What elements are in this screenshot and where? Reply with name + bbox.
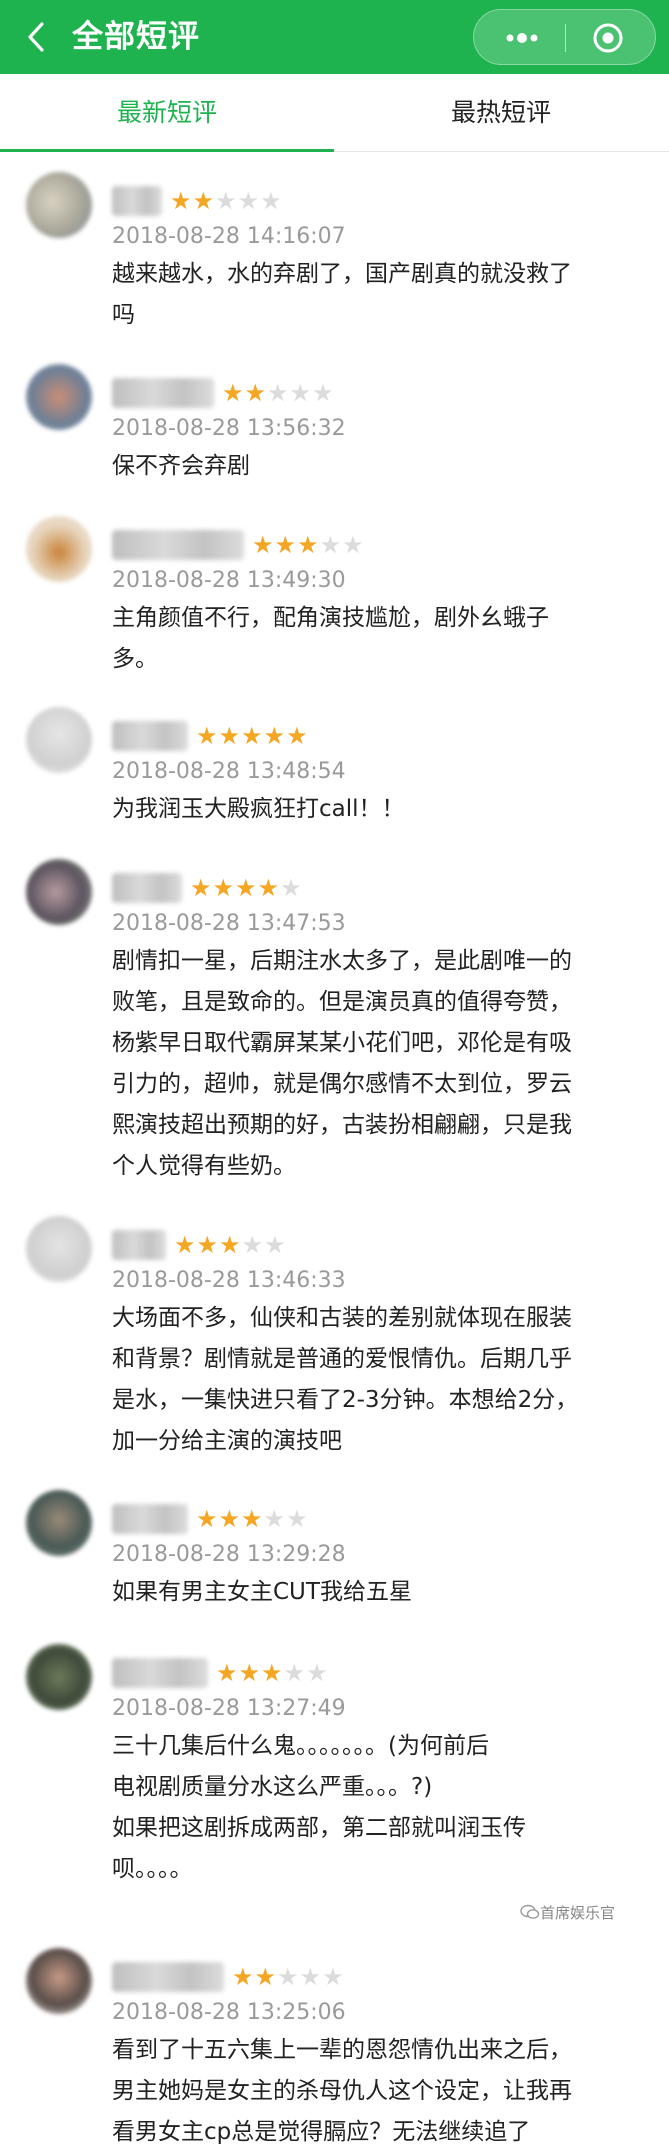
review-text: 剧情扣一星，后期注水太多了，是此剧唯一的 败笔，且是致命的。但是演员真的值得夸赞… [112,948,572,1179]
review-text: 大场面不多，仙侠和古装的差别就体现在服装 和背景？剧情就是普通的爱恨情仇。后期几… [112,1305,579,1454]
wechat-icon [520,1904,540,1919]
review-time: 2018-08-28 13:48:54 [112,759,346,784]
avatar[interactable] [26,707,92,773]
capsule-divider [565,24,566,52]
username-blurred[interactable] [112,721,188,751]
username-blurred[interactable] [112,1504,188,1534]
rating-stars: ★★★★★ [196,1505,309,1533]
avatar[interactable] [26,1644,92,1710]
review-text: 看到了十五六集上一辈的恩怨情仇出来之后， 男主她妈是女主的杀母仇人这个设定，让我… [112,2037,572,2145]
rating-stars: ★★★★★ [174,1231,287,1259]
rating-stars: ★★★★★ [196,722,309,750]
avatar[interactable] [26,516,92,582]
username-blurred[interactable] [112,378,214,408]
title-bar: 全部短评 [0,0,669,74]
tab-hot-reviews[interactable]: 最热短评 [334,74,668,152]
review-time: 2018-08-28 13:56:32 [112,416,346,441]
tab-latest-reviews[interactable]: 最新短评 [0,74,334,152]
avatar[interactable] [26,364,92,430]
username-blurred[interactable] [112,530,244,560]
avatar[interactable] [26,1216,92,1282]
review-time: 2018-08-28 13:29:28 [112,1542,346,1567]
review-text: 如果有男主女主CUT我给五星 [112,1579,412,1605]
review-text: 保不齐会弃剧 [112,453,250,479]
review-text: 主角颜值不行，配角演技尴尬，剧外幺蛾子 多。 [112,605,549,672]
review-text: 三十几集后什么鬼。。。。。。。(为何前后 电视剧质量分水这么严重。。。?) 如果… [112,1733,526,1882]
tab-bar: 最新短评 最热短评 [0,74,669,152]
review-time: 2018-08-28 13:47:53 [112,911,346,936]
review-text: 为我润玉大殿疯狂打call！！ [112,796,405,822]
username-blurred[interactable] [112,1658,208,1688]
chevron-left-icon[interactable] [22,18,52,56]
avatar[interactable] [26,859,92,925]
rating-stars: ★★★★★ [216,1659,329,1687]
rating-stars: ★★★★★ [232,1963,345,1991]
more-dots-icon[interactable] [494,22,550,54]
active-tab-indicator [0,149,334,152]
review-time: 2018-08-28 14:16:07 [112,224,346,249]
review-text: 越来越水，水的弃剧了，国产剧真的就没救了 吗 [112,261,572,328]
review-time: 2018-08-28 13:25:06 [112,2000,346,2025]
rating-stars: ★★★★★ [222,379,335,407]
review-time: 2018-08-28 13:49:30 [112,568,346,593]
watermark: 首席娱乐官 [540,1904,616,1922]
username-blurred[interactable] [112,1230,166,1260]
page-title: 全部短评 [72,19,200,55]
rating-stars: ★★★★★ [252,531,365,559]
avatar[interactable] [26,1490,92,1556]
rating-stars: ★★★★★ [170,187,283,215]
review-time: 2018-08-28 13:27:49 [112,1696,346,1721]
avatar[interactable] [26,1948,92,2014]
rating-stars: ★★★★★ [190,874,303,902]
target-icon[interactable] [588,18,628,58]
review-time: 2018-08-28 13:46:33 [112,1268,346,1293]
username-blurred[interactable] [112,873,182,903]
avatar[interactable] [26,172,92,238]
username-blurred[interactable] [112,186,162,216]
username-blurred[interactable] [112,1962,224,1992]
mini-program-capsule [473,9,656,65]
